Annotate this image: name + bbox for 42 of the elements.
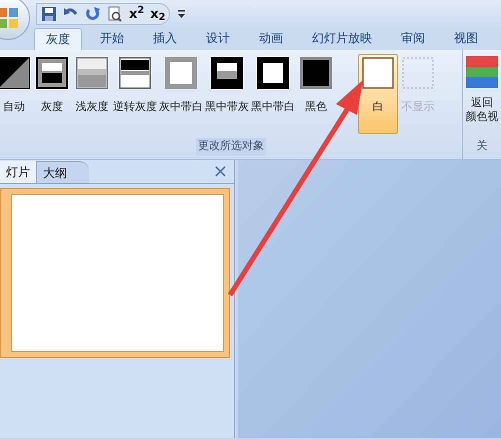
- auto-color-icon: [0, 57, 30, 89]
- color-mode-option[interactable]: 白: [358, 54, 398, 134]
- ribbon-tab[interactable]: 幻灯片放映: [301, 28, 383, 50]
- color-mode-option[interactable]: 灰中带白: [158, 54, 204, 134]
- color-mode-option[interactable]: 逆转灰度: [112, 54, 158, 134]
- color-swatch-icon: [402, 57, 434, 89]
- ribbon-tab[interactable]: 灰度: [34, 28, 82, 50]
- color-swatch-icon: [257, 57, 289, 89]
- superscript-subscript-button[interactable]: x$^{2}$: [129, 8, 144, 20]
- color-swatch-icon: [165, 57, 197, 89]
- ribbon-tab[interactable]: 动画: [248, 28, 294, 50]
- color-swatch-icon: [36, 57, 68, 89]
- group-label: 关: [476, 138, 488, 154]
- ribbon-tab[interactable]: 开始: [89, 28, 135, 50]
- color-mode-option[interactable]: 自动: [0, 54, 32, 134]
- superscript-subscript-button[interactable]: x$_{2}$: [150, 8, 166, 20]
- group-label: 更改所选对象: [196, 138, 266, 156]
- color-swatch-icon: [76, 57, 108, 89]
- color-swatch-icon: [300, 57, 332, 89]
- color-mode-option[interactable]: 浅灰度: [72, 54, 112, 134]
- color-swatch-icon: [211, 57, 243, 89]
- ribbon-tab[interactable]: 审阅: [390, 28, 436, 50]
- ribbon-tab[interactable]: 插入: [142, 28, 188, 50]
- office-logo-icon: [0, 7, 19, 29]
- color-swatch-icon: [119, 57, 151, 89]
- return-button[interactable]: 返回 颜色视: [466, 50, 498, 138]
- color-mode-option[interactable]: 黑中带白: [250, 54, 296, 134]
- preview-icon[interactable]: [107, 6, 123, 22]
- color-mode-option[interactable]: 灰度: [32, 54, 72, 134]
- color-mode-option[interactable]: 黑中带灰: [204, 54, 250, 134]
- ribbon-tab[interactable]: 设计: [195, 28, 241, 50]
- close-button[interactable]: ×: [212, 161, 228, 183]
- customize-icon[interactable]: [178, 10, 186, 18]
- color-mode-option: 不显示: [398, 54, 438, 134]
- ribbon-tab[interactable]: 视图: [443, 28, 489, 50]
- redo-icon[interactable]: [85, 6, 101, 22]
- pane-tab[interactable]: 大纲: [36, 161, 89, 183]
- color-bars-icon: [466, 56, 498, 88]
- color-mode-option[interactable]: 黑色: [296, 54, 336, 134]
- save-icon[interactable]: [41, 6, 57, 22]
- pane-tab[interactable]: 灯片: [0, 161, 36, 183]
- color-swatch-icon: [362, 57, 394, 89]
